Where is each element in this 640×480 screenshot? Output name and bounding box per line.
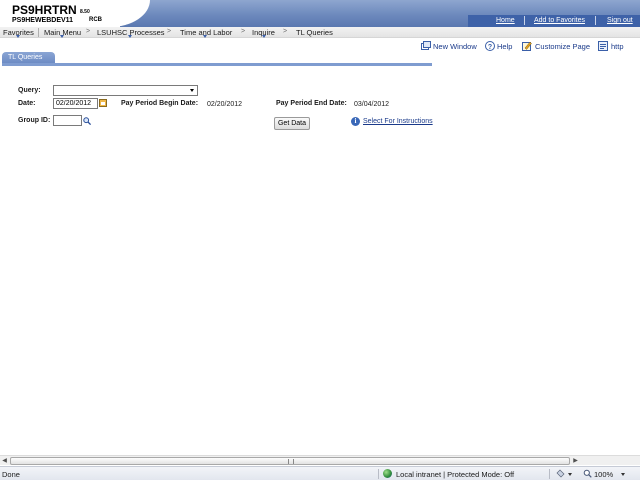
zoom-icon[interactable] [583, 469, 592, 478]
status-divider [378, 469, 379, 479]
customize-page-icon[interactable] [522, 41, 532, 51]
http-link-icon[interactable] [598, 41, 608, 51]
help-icon[interactable]: ? [485, 41, 495, 51]
calendar-icon[interactable] [99, 99, 107, 107]
pay-period-begin-label: Pay Period Begin Date: [121, 100, 199, 107]
breadcrumb-arrow: > [283, 28, 288, 35]
group-id-label: Group ID: [18, 117, 51, 124]
chevron-down-icon [60, 35, 64, 38]
add-to-favorites-link[interactable]: Add to Favorites [534, 17, 585, 24]
date-input[interactable] [53, 98, 98, 109]
pay-period-begin-value: 02/20/2012 [207, 101, 243, 108]
menu-tl-queries[interactable]: TL Queries [296, 28, 333, 37]
scroll-right-icon[interactable]: ▶ [571, 457, 580, 465]
help-link[interactable]: Help [497, 42, 512, 51]
status-text: Done [2, 470, 20, 479]
select-for-instructions-link[interactable]: Select For Instructions [363, 118, 433, 125]
date-label: Date: [18, 100, 36, 107]
query-label: Query: [18, 87, 41, 94]
protected-mode-icon[interactable] [556, 469, 565, 478]
database-name: PS9HEWEBDEV11 [12, 17, 74, 24]
chevron-down-icon[interactable] [190, 89, 194, 92]
search-icon[interactable] [83, 117, 91, 125]
query-select[interactable] [53, 85, 198, 96]
chevron-down-icon [16, 35, 20, 38]
zoom-level[interactable]: 100% [594, 470, 613, 479]
browser-status-bar: Done Local intranet | Protected Mode: Of… [0, 466, 640, 480]
home-link[interactable]: Home [496, 17, 515, 24]
chevron-down-icon [262, 35, 266, 38]
svg-text:?: ? [488, 44, 492, 51]
app-version: 8.50 [80, 9, 90, 15]
breadcrumb-arrow: > [167, 28, 172, 35]
chevron-down-icon[interactable] [568, 473, 572, 476]
intranet-zone-icon[interactable] [383, 469, 392, 478]
user-id: RCB [89, 17, 102, 23]
app-title: PS9HRTRN [12, 3, 77, 17]
status-divider [549, 469, 550, 479]
chevron-down-icon[interactable] [621, 473, 625, 476]
menu-bar: Favorites Main Menu > LSUHSC Processes >… [0, 27, 640, 38]
portal-header: PS9HRTRN 8.50 PS9HEWEBDEV11 RCB Home Add… [0, 0, 640, 27]
scrollbar-thumb[interactable] [10, 457, 570, 465]
header-nav: Home Add to Favorites Sign out [468, 15, 640, 27]
tab-underline [2, 63, 432, 66]
breadcrumb-arrow: > [241, 28, 246, 35]
customize-page-link[interactable]: Customize Page [535, 42, 590, 51]
scrollbar-grip [288, 459, 294, 464]
http-link[interactable]: http [611, 42, 624, 51]
scroll-left-icon[interactable]: ◀ [0, 457, 9, 465]
pay-period-end-value: 03/04/2012 [354, 101, 390, 108]
chevron-down-icon [128, 35, 132, 38]
new-window-icon[interactable] [421, 41, 431, 51]
get-data-button[interactable]: Get Data [274, 117, 310, 130]
horizontal-scrollbar[interactable]: ◀ ▶ [0, 455, 640, 465]
security-zone-text[interactable]: Local intranet | Protected Mode: Off [396, 470, 514, 479]
menu-divider [38, 28, 39, 37]
sign-out-link[interactable]: Sign out [607, 17, 633, 24]
nav-divider [595, 16, 596, 25]
breadcrumb-arrow: > [86, 28, 91, 35]
group-id-input[interactable] [53, 115, 82, 126]
nav-divider [524, 16, 525, 25]
chevron-down-icon [203, 35, 207, 38]
new-window-link[interactable]: New Window [433, 42, 477, 51]
info-icon[interactable]: i [351, 117, 360, 126]
pay-period-end-label: Pay Period End Date: [276, 100, 347, 107]
